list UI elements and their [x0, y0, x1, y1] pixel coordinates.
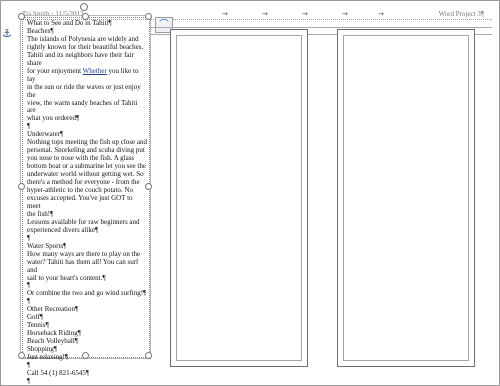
anchor-icon[interactable]: ⚓: [2, 27, 12, 40]
textbox-line: in the sun or ride the waves or just enj…: [27, 82, 143, 99]
textbox-line: sail to your heart's content.¶: [27, 273, 106, 282]
textbox-line: water? Tahiti has them all! You can surf…: [27, 257, 141, 274]
resize-handle-top-right[interactable]: [145, 13, 152, 20]
textbox-column-2-inner: [176, 35, 302, 361]
textbox-line: what you ordered¶: [27, 114, 80, 123]
textbox-line: Other Recreation¶: [27, 305, 79, 314]
textbox-line: for your enjoyment Whether you like to l…: [27, 66, 141, 83]
textbox-content[interactable]: What to See and Do in Tahiti¶ Beaches¶ The…: [27, 19, 147, 386]
resize-handle-bottom-left[interactable]: [18, 352, 25, 359]
hyperlink-word[interactable]: Whether: [83, 67, 107, 75]
textbox-line: view, the warm sandy beaches of Tahiti a…: [27, 98, 140, 115]
tab-arrow-icon: →: [342, 10, 348, 18]
textbox-line: Tahiti and its neighbors have their fair…: [27, 50, 136, 67]
textbox-line: Call 54 (1) 821-6545¶: [27, 368, 90, 377]
header-project-title: Word Project 3¶: [438, 10, 484, 18]
tab-arrow-icon: →: [378, 10, 384, 18]
textbox-line: Just relaxing!¶: [27, 353, 69, 362]
textbox-line: experienced divers alike¶: [27, 225, 99, 234]
tab-arrow-icon: →: [262, 10, 268, 18]
textbox-line: Or combine the two and go wind surfing!¶: [27, 289, 147, 298]
resize-handle-middle-left[interactable]: [18, 183, 25, 190]
resize-handle-top-left[interactable]: [18, 13, 25, 20]
tab-arrow-icon: →: [302, 10, 308, 18]
textbox-line: ¶: [27, 376, 31, 385]
tab-arrow-icon: →: [222, 10, 228, 18]
textbox-column-3-inner: [343, 35, 469, 361]
textbox-line: excuses accepted. You've just GOT to mee…: [27, 193, 135, 210]
